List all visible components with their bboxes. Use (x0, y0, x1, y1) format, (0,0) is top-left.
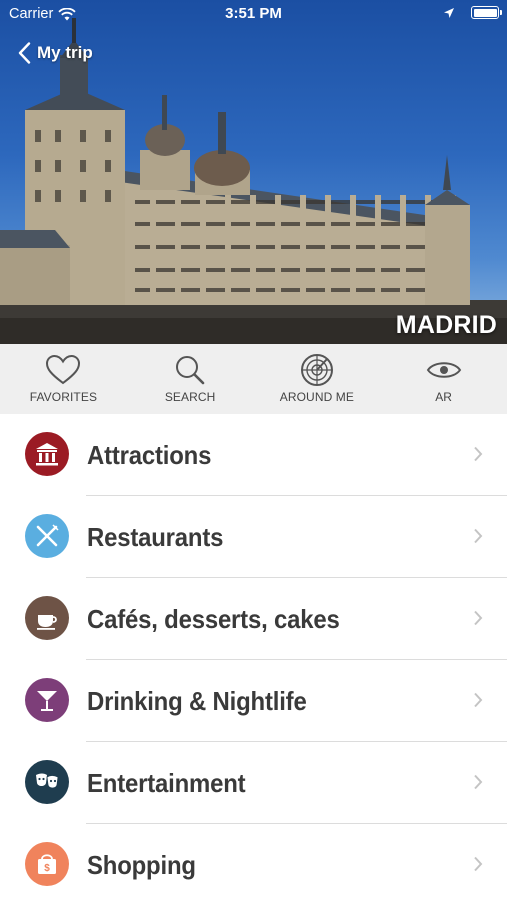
eye-icon (426, 362, 461, 378)
category-title: Drinking & Nightlife (87, 686, 307, 716)
shopping-bag-icon: $ (38, 854, 56, 874)
list-item-shopping[interactable]: $ Shopping (0, 824, 507, 900)
list-item-cafes[interactable]: Cafés, desserts, cakes (0, 578, 507, 660)
category-badge: $ (25, 842, 69, 886)
museum-icon (36, 443, 58, 466)
city-name: MADRID (395, 311, 497, 339)
quick-actions-toolbar: FAVORITES SEARCH AROUND ME AR (0, 344, 507, 414)
location-arrow-icon (444, 7, 454, 18)
favorites-label: FAVORITES (29, 390, 98, 404)
category-list: Attractions Restaurants Cafés, desserts,… (0, 414, 507, 900)
chevron-right-icon (474, 774, 483, 790)
list-item-entertainment[interactable]: Entertainment (0, 742, 507, 824)
battery-icon (471, 6, 502, 19)
chevron-left-icon (18, 42, 31, 64)
cocktail-icon (37, 691, 57, 711)
search-label: SEARCH (164, 390, 216, 404)
around-me-label: AROUND ME (279, 390, 354, 404)
category-badge (25, 760, 69, 804)
list-item-restaurants[interactable]: Restaurants (0, 496, 507, 578)
coffee-cup-icon (37, 615, 57, 630)
back-button[interactable]: My trip (18, 42, 93, 64)
list-item-drinking-nightlife[interactable]: Drinking & Nightlife (0, 660, 507, 742)
category-badge (25, 514, 69, 558)
theater-masks-icon (36, 773, 59, 789)
clock: 3:51 PM (225, 5, 282, 22)
category-badge (25, 432, 69, 476)
chevron-right-icon (474, 692, 483, 708)
category-badge (25, 678, 69, 722)
heart-icon (46, 354, 81, 385)
chevron-right-icon (474, 856, 483, 872)
ar-label: AR (435, 390, 453, 404)
chevron-right-icon (474, 610, 483, 626)
search-icon (176, 356, 205, 385)
category-title: Restaurants (87, 522, 224, 552)
fork-knife-icon (36, 524, 59, 547)
category-title: Entertainment (87, 768, 246, 798)
category-title: Attractions (87, 440, 212, 470)
around-me-button[interactable]: AROUND ME (254, 344, 380, 414)
ar-button[interactable]: AR (381, 344, 507, 414)
category-title: Cafés, desserts, cakes (87, 604, 340, 634)
favorites-button[interactable]: FAVORITES (0, 344, 126, 414)
radar-icon (300, 354, 333, 386)
status-bar: Carrier 3:51 PM (0, 0, 507, 30)
hero-banner: Carrier 3:51 PM My trip MADRID (0, 0, 507, 344)
category-badge (25, 596, 69, 640)
chevron-right-icon (474, 446, 483, 462)
search-button[interactable]: SEARCH (127, 344, 253, 414)
svg-text:$: $ (44, 863, 50, 874)
category-title: Shopping (87, 850, 196, 880)
back-button-label: My trip (37, 43, 93, 62)
chevron-right-icon (474, 528, 483, 544)
list-item-attractions[interactable]: Attractions (0, 414, 507, 496)
